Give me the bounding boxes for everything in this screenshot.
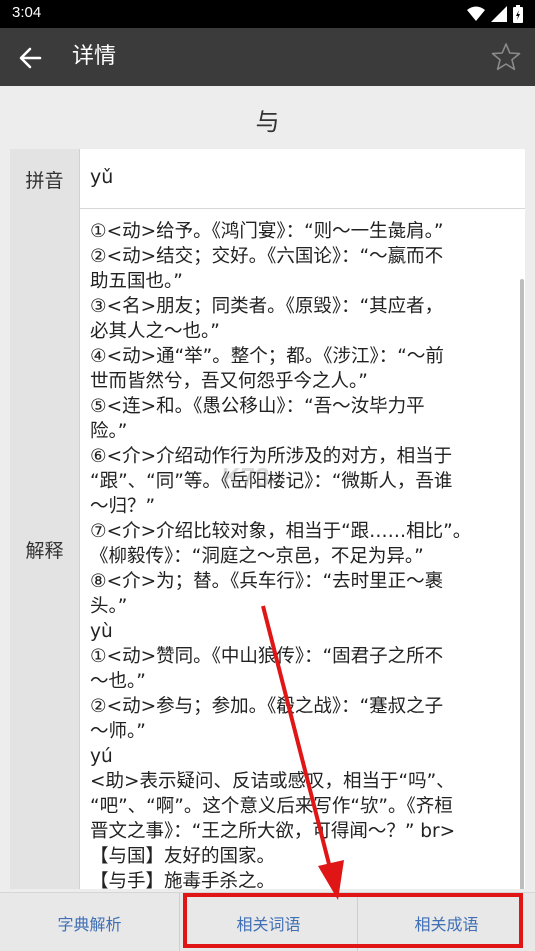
- definition-line: 必其人之～也。”: [90, 321, 220, 342]
- pinyin-row: 拼音 yǔ: [10, 149, 525, 209]
- signal-icon: [491, 6, 507, 22]
- definition-line: ⑧<介>为；替。《兵车行》：“去时里正～裹: [90, 571, 444, 592]
- definition-line: yú: [90, 746, 113, 767]
- arrow-back-icon: [19, 47, 42, 69]
- definition-line: 世而皆然兮，吾又何怨乎今之人。”: [90, 371, 368, 392]
- definition-line: 《柳毅传》：“洞庭之～京邑，不足为异。”: [90, 546, 424, 567]
- definition-line: yù: [90, 621, 113, 642]
- pinyin-label: 拼音: [10, 149, 80, 209]
- status-icons: [467, 5, 523, 23]
- definition-line: ③<名>朋友；同类者。《原毁》：“其应者，: [90, 296, 444, 317]
- app-bar: 详情: [0, 28, 535, 86]
- definition-line: ②<动>参与；参加。《殽之战》：“蹇叔之子: [90, 696, 444, 717]
- definition-table: 拼音 yǔ 解释 ①<动>给予。《鸿门宴》：“则～一生彘肩。” ②<动>结交；交…: [10, 149, 525, 889]
- character-heading: 与: [255, 108, 280, 136]
- definition-line: 【与手】施毒手杀之。: [90, 871, 276, 889]
- definition-line: ～师。”: [90, 721, 146, 742]
- definition-label: 解释: [10, 209, 80, 889]
- definition-line: <助>表示疑问、反诘或感叹，相当于“吗”、: [90, 771, 455, 792]
- star-icon: [491, 43, 521, 71]
- definition-line: ②<动>结交；交好。《六国论》：“～嬴而不: [90, 246, 444, 267]
- definition-line: ⑤<连>和。《愚公移山》：“吾～汝毕力平: [90, 396, 425, 417]
- definition-line: 【与国】友好的国家。: [90, 846, 276, 867]
- definition-line: ⑦<介>介绍比较对象，相当于“跟……相比”。: [90, 521, 472, 542]
- battery-icon: [513, 5, 523, 23]
- pinyin-value: yǔ: [90, 166, 114, 188]
- definition-line: 助五国也。”: [90, 271, 183, 292]
- definition-line: ～也。”: [90, 671, 146, 692]
- status-time: 3:04: [12, 4, 42, 21]
- definition-line: “吧”、“啊”。这个意义后来写作“欤”。《齐桓: [90, 796, 453, 817]
- page-title: 详情: [72, 44, 117, 69]
- definition-line: 晋文之事》：“王之所大欲，可得闻～？” br>: [90, 821, 456, 842]
- definition-line: ～归？”: [90, 496, 156, 517]
- tab-dictionary[interactable]: 字典解析: [0, 893, 180, 951]
- status-bar: 3:04: [0, 0, 535, 28]
- definition-line: 险。”: [90, 421, 128, 442]
- definition-line: ④<动>通“举”。整个；都。《涉江》：“～前: [90, 346, 444, 367]
- wifi-icon: [467, 6, 485, 21]
- scrollbar[interactable]: [520, 279, 524, 889]
- definition-line: ①<动>给予。《鸿门宴》：“则～一生彘肩。”: [90, 221, 444, 242]
- definition-line: ①<动>赞同。《中山狼传》：“固君子之所不: [90, 646, 444, 667]
- watermark: K73: [222, 462, 270, 492]
- definition-row: 解释 ①<动>给予。《鸿门宴》：“则～一生彘肩。” ②<动>结交；交好。《六国论…: [10, 209, 525, 889]
- annotation-highlight-box: [183, 893, 523, 948]
- definition-line: 头。”: [90, 596, 128, 617]
- back-button[interactable]: [14, 42, 46, 74]
- definition-line: “跟”、“同”等。《岳阳楼记》：“微斯人，吾谁: [90, 471, 453, 492]
- definition-content[interactable]: ①<动>给予。《鸿门宴》：“则～一生彘肩。” ②<动>结交；交好。《六国论》：“…: [90, 219, 518, 889]
- favorite-button[interactable]: [489, 40, 523, 74]
- definition-line: ⑥<介>介绍动作行为所涉及的对方，相当于: [90, 446, 453, 467]
